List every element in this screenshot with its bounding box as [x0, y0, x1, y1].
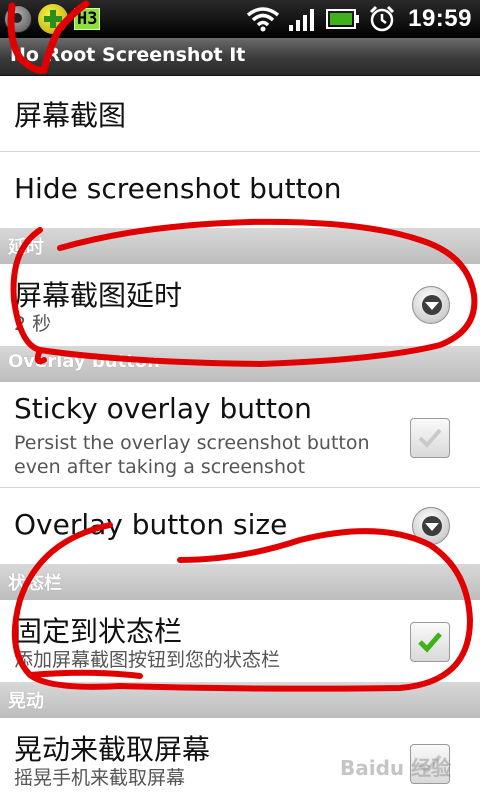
check-icon — [418, 632, 442, 653]
battery-icon — [326, 9, 360, 29]
pref-overlay-button-size-title: Overlay button size — [14, 508, 288, 541]
status-bar-notifications: H3 — [4, 4, 101, 34]
status-bar-system: 19:59 — [246, 0, 472, 38]
section-header-overlay: Overlay button — [0, 346, 480, 382]
pref-sticky-overlay-button-summary-2: even after taking a screenshot — [14, 456, 306, 478]
chevron-down-icon[interactable] — [412, 286, 450, 324]
app-title: No Root Screenshot It — [10, 44, 246, 66]
section-header-statusbar-label: 状态栏 — [8, 573, 62, 594]
pref-screenshot-delay-summary: 2 秒 — [14, 313, 52, 335]
pref-screenshot-title: 屏幕截图 — [14, 99, 127, 132]
h3-network-icon: H3 — [74, 8, 101, 30]
sticky-overlay-checkbox[interactable] — [410, 418, 450, 458]
pref-shake-to-screenshot-summary: 摇晃手机来截取屏幕 — [14, 767, 186, 789]
section-header-statusbar: 状态栏 — [0, 564, 480, 600]
status-bar: H3 19:59 — [0, 0, 480, 38]
watermark: Baidu 经验 — [340, 756, 452, 780]
pref-pin-to-statusbar[interactable]: 固定到状态栏 添加屏幕截图按钮到您的状态栏 — [0, 600, 480, 682]
pref-pin-to-statusbar-title: 固定到状态栏 — [14, 615, 183, 648]
pref-sticky-overlay-button-title: Sticky overlay button — [14, 392, 312, 425]
wifi-icon — [247, 7, 280, 32]
screen: H3 19:59 No Root Screenshot It 屏幕截图 Hide… — [0, 0, 480, 800]
pref-hide-screenshot-button[interactable]: Hide screenshot button — [0, 152, 480, 228]
pref-hide-screenshot-button-title: Hide screenshot button — [14, 172, 342, 205]
pref-shake-to-screenshot-title: 晃动来截取屏幕 — [14, 733, 211, 766]
pref-sticky-overlay-button-summary-1: Persist the overlay screenshot button — [14, 432, 370, 454]
chevron-down-icon[interactable] — [412, 507, 450, 545]
pref-screenshot[interactable]: 屏幕截图 — [0, 76, 480, 152]
pref-overlay-button-size[interactable]: Overlay button size — [0, 488, 480, 564]
pref-screenshot-delay-title: 屏幕截图延时 — [14, 279, 183, 312]
section-header-overlay-label: Overlay button — [8, 351, 160, 372]
preferences-list: 屏幕截图 Hide screenshot button 延时 屏幕截图延时 2 … — [0, 76, 480, 800]
usb-icon — [4, 5, 32, 33]
pin-to-statusbar-checkbox[interactable] — [410, 622, 450, 662]
signal-icon — [289, 9, 315, 31]
pref-screenshot-delay[interactable]: 屏幕截图延时 2 秒 — [0, 264, 480, 346]
alarm-icon — [370, 5, 395, 32]
plus-icon — [38, 4, 68, 34]
clock: 19:59 — [408, 5, 472, 32]
section-header-delay-label: 延时 — [8, 237, 44, 258]
section-header-delay: 延时 — [0, 228, 480, 264]
pref-pin-to-statusbar-summary: 添加屏幕截图按钮到您的状态栏 — [14, 649, 281, 671]
pref-sticky-overlay-button[interactable]: Sticky overlay button Persist the overla… — [0, 382, 480, 488]
section-header-shake-label: 晃动 — [8, 691, 44, 712]
section-header-shake: 晃动 — [0, 682, 480, 718]
check-icon — [418, 428, 442, 448]
app-title-bar: No Root Screenshot It — [0, 38, 480, 76]
